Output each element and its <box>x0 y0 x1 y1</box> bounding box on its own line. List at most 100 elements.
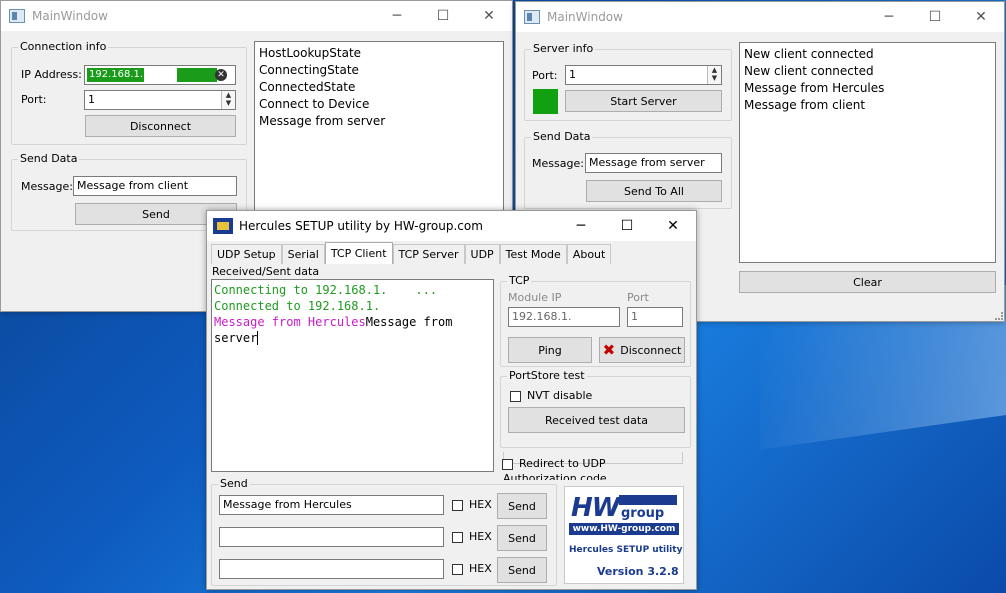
group-title: Connection info <box>18 40 109 53</box>
message-input[interactable]: Message from server <box>585 153 722 173</box>
ip-address-field[interactable]: 192.168.1. ✕ <box>84 65 236 85</box>
group-title: TCP <box>507 274 532 287</box>
message-label: Message: <box>21 180 73 193</box>
tab-tcp-server[interactable]: TCP Server <box>392 244 465 264</box>
tab-udp[interactable]: UDP <box>464 244 500 264</box>
spin-arrows-icon[interactable]: ▲ ▼ <box>707 66 721 84</box>
tab-strip: UDP Setup Serial TCP Client TCP Server U… <box>211 242 612 264</box>
maximize-icon[interactable]: ☐ <box>912 2 958 32</box>
list-item: New client connected <box>744 47 874 61</box>
list-item: Message from Hercules <box>744 81 885 95</box>
hercules-window: Hercules SETUP utility by HW-group.com ─… <box>206 210 697 590</box>
list-item: Message from client <box>744 98 866 112</box>
app-icon <box>524 10 540 24</box>
disconnect-button[interactable]: Disconnect <box>85 115 236 137</box>
minimize-icon[interactable]: ─ <box>558 211 604 241</box>
list-item: Message from server <box>259 114 386 128</box>
hex-label: HEX <box>469 562 492 575</box>
tab-test-mode[interactable]: Test Mode <box>499 244 567 264</box>
port-value: 1 <box>88 93 95 106</box>
send-input-3[interactable] <box>219 559 444 579</box>
logo-group: group <box>621 506 665 521</box>
red-x-icon: ✖ <box>602 341 616 359</box>
tab-tcp-client[interactable]: TCP Client <box>324 242 393 264</box>
redirect-udp-checkbox[interactable] <box>502 459 513 470</box>
port-label: Port: <box>532 69 558 82</box>
nvt-disable-checkbox[interactable] <box>510 391 521 402</box>
disconnect-button[interactable]: ✖ Disconnect <box>599 337 685 363</box>
send-button-2[interactable]: Send <box>497 525 547 551</box>
ping-button[interactable]: Ping <box>508 337 592 363</box>
logo-hw: HW <box>571 493 620 523</box>
minimize-icon[interactable]: ─ <box>866 2 912 32</box>
tab-about[interactable]: About <box>566 244 612 264</box>
tab-udp-setup[interactable]: UDP Setup <box>211 244 282 264</box>
send-input-2[interactable] <box>219 527 444 547</box>
authorization-code-label: Authorization code <box>503 472 607 480</box>
message-label: Message: <box>532 157 584 170</box>
hex-label: HEX <box>469 530 492 543</box>
hex-checkbox-2[interactable] <box>452 532 463 543</box>
list-item: New client connected <box>744 64 874 78</box>
hex-label: HEX <box>469 498 492 511</box>
tab-serial[interactable]: Serial <box>281 244 325 264</box>
hex-checkbox-1[interactable] <box>452 500 463 511</box>
term-sent-text: Message from Hercules <box>214 315 366 329</box>
group-title: PortStore test <box>507 369 587 382</box>
list-item: ConnectedState <box>259 80 356 94</box>
term-line: Connecting to 192.168.1. <box>214 283 388 297</box>
module-ip-input[interactable]: 192.168.1. <box>508 307 620 327</box>
port-label: Port: <box>21 93 47 106</box>
close-icon[interactable]: ✕ <box>466 1 512 31</box>
hw-group-logo-icon <box>213 218 233 234</box>
server-log-list[interactable]: New client connected New client connecte… <box>739 42 996 263</box>
nvt-disable-label: NVT disable <box>527 389 593 402</box>
spin-arrows-icon[interactable]: ▲ ▼ <box>221 91 235 109</box>
maximize-icon[interactable]: ☐ <box>420 1 466 31</box>
group-title: Send <box>218 477 250 490</box>
port-spinbox[interactable]: 1 ▲ ▼ <box>84 90 236 110</box>
clear-field-icon[interactable]: ✕ <box>215 69 227 81</box>
logo-url: www.HW-group.com <box>569 523 679 535</box>
maximize-icon[interactable]: ☐ <box>604 211 650 241</box>
resize-grip-icon[interactable] <box>995 312 1003 320</box>
window-title: Hercules SETUP utility by HW-group.com <box>239 219 483 233</box>
start-server-button[interactable]: Start Server <box>565 90 722 112</box>
hw-group-logo: HW group www.HW-group.com Hercules SETUP… <box>564 486 684 584</box>
send-to-all-button[interactable]: Send To All <box>586 180 722 202</box>
received-test-data-button[interactable]: Received test data <box>508 407 685 433</box>
received-sent-label: Received/Sent data <box>212 265 320 278</box>
window-title: MainWindow <box>547 10 623 24</box>
port-value: 1 <box>569 68 576 81</box>
group-title: Send Data <box>18 152 80 165</box>
port-input[interactable]: 1 <box>627 307 683 327</box>
ip-address-label: IP Address: <box>21 68 82 81</box>
received-data-terminal[interactable]: Connecting to 192.168.1.... Connected to… <box>211 279 494 472</box>
minimize-icon[interactable]: ─ <box>374 1 420 31</box>
ip-address-text: 192.168.1. <box>89 69 144 80</box>
hex-checkbox-3[interactable] <box>452 564 463 575</box>
list-item: Connect to Device <box>259 97 370 111</box>
logo-product: Hercules SETUP utility <box>569 545 683 555</box>
close-icon[interactable]: ✕ <box>958 2 1004 32</box>
window-title: MainWindow <box>32 9 108 23</box>
group-title: Send Data <box>531 130 593 143</box>
disconnect-label: Disconnect <box>620 343 682 357</box>
module-ip-label: Module IP <box>508 291 562 304</box>
term-line: ... <box>415 283 438 297</box>
message-input[interactable]: Message from client <box>73 176 237 196</box>
server-status-indicator <box>533 89 558 114</box>
send-input-1[interactable]: Message from Hercules <box>219 495 444 515</box>
port-spinbox[interactable]: 1 ▲ ▼ <box>565 65 722 85</box>
term-line: Connected to 192.168.1. <box>214 299 381 313</box>
send-button-3[interactable]: Send <box>497 557 547 583</box>
redirect-udp-label: Redirect to UDP <box>519 457 606 470</box>
close-icon[interactable]: ✕ <box>650 211 696 241</box>
clear-button[interactable]: Clear <box>739 271 996 293</box>
list-item: HostLookupState <box>259 46 362 60</box>
group-title: Server info <box>531 42 596 55</box>
term-received-text: server <box>214 331 258 345</box>
term-received-text: Message from <box>365 315 453 329</box>
logo-version: Version 3.2.8 <box>597 565 679 578</box>
send-button-1[interactable]: Send <box>497 493 547 519</box>
